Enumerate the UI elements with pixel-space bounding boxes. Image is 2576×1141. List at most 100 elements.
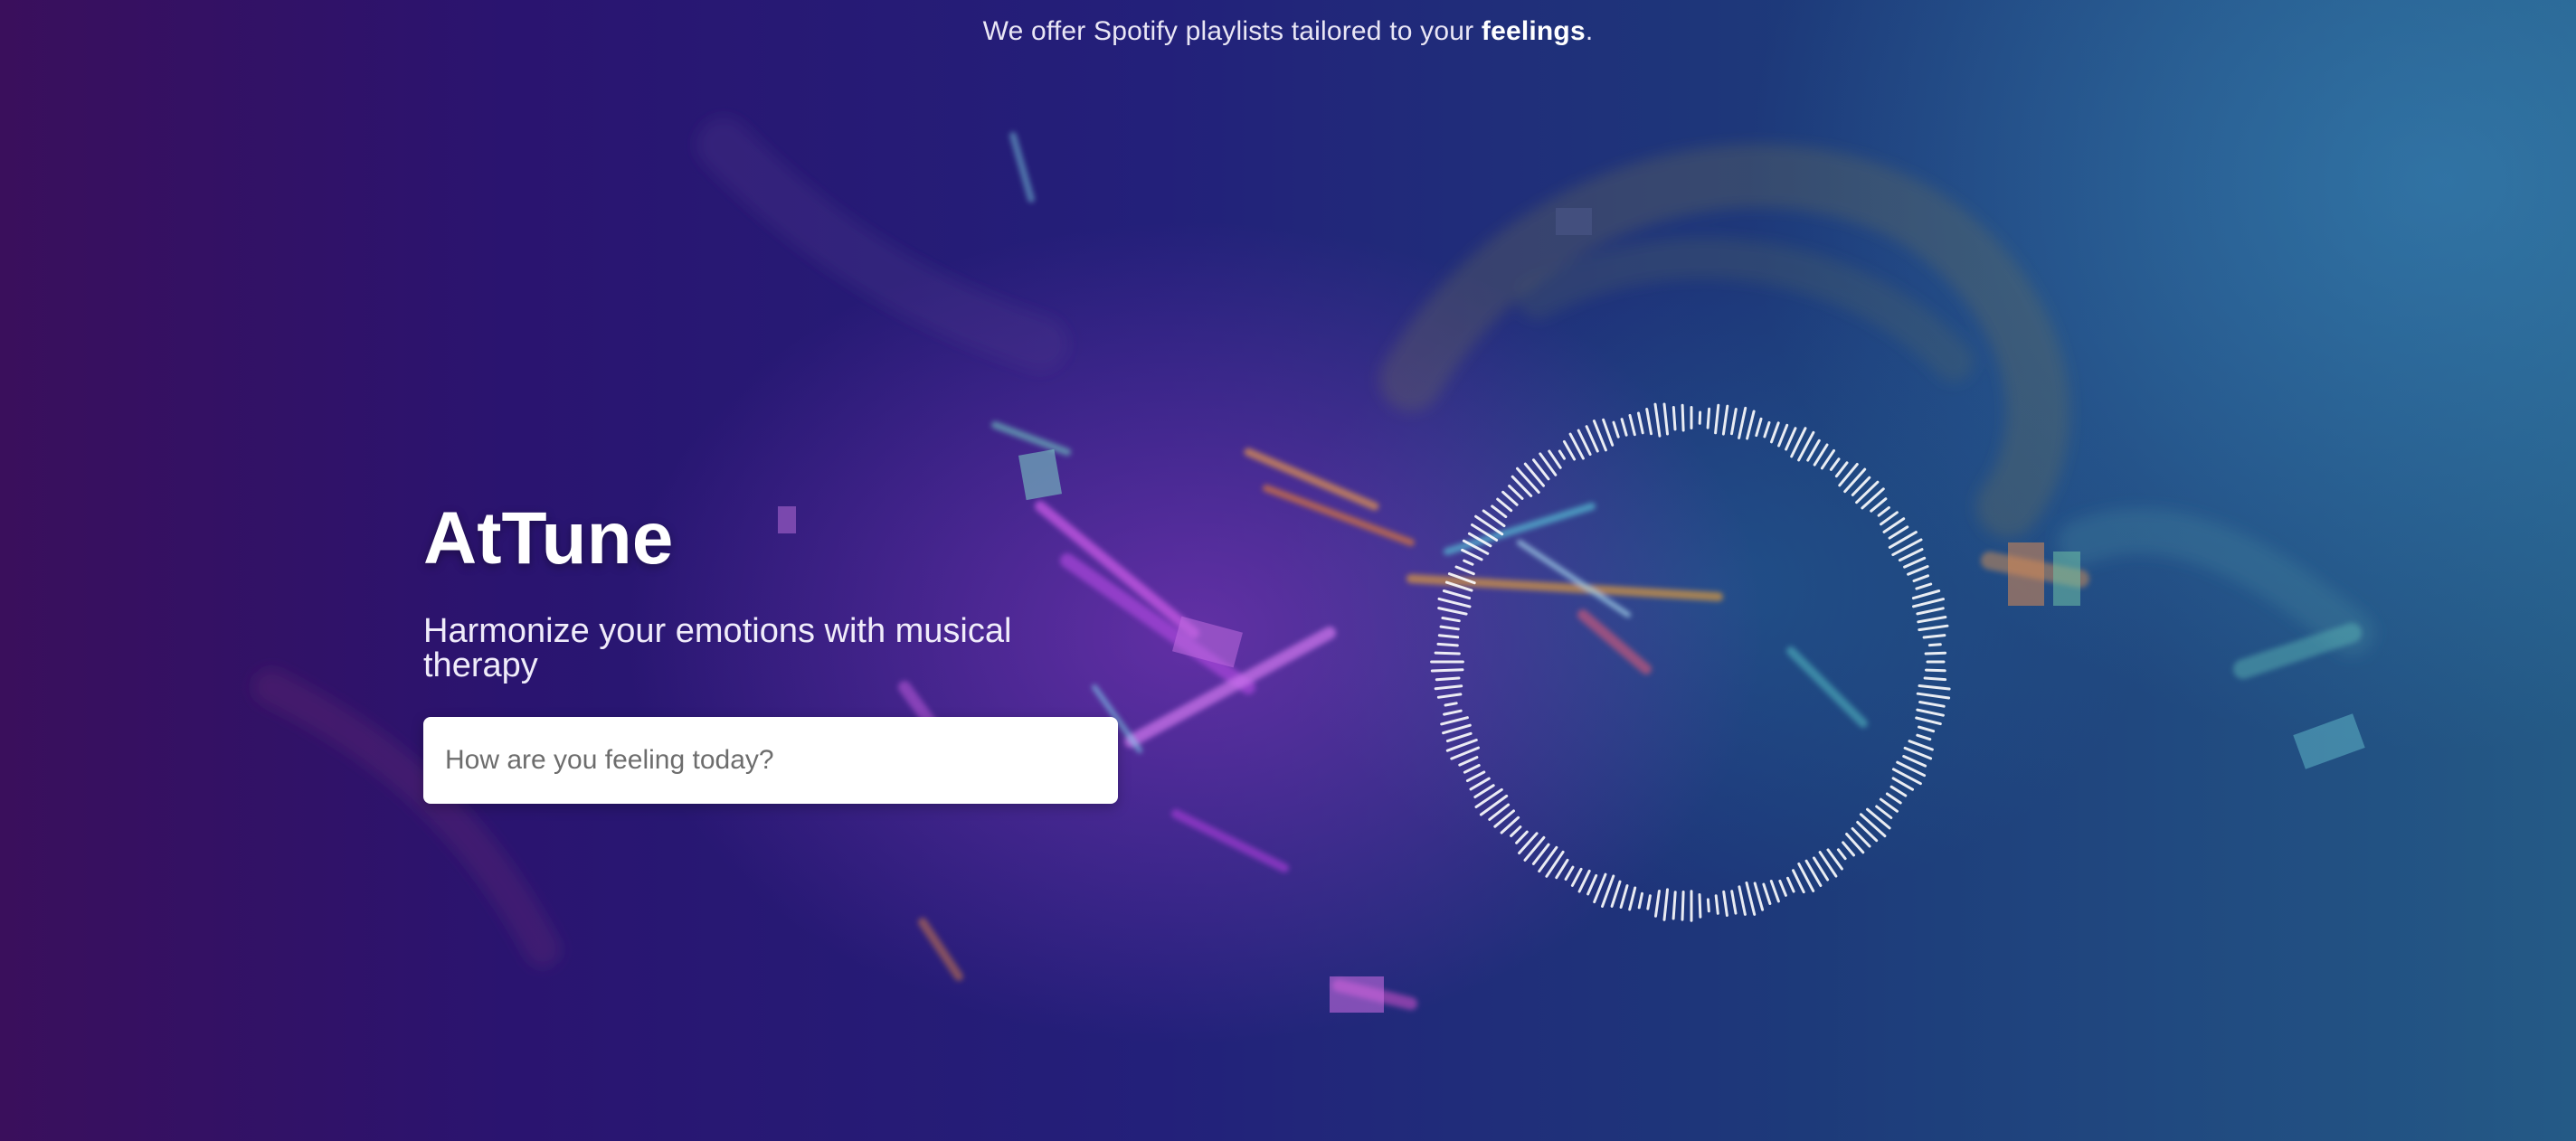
visualizer-bar <box>1918 624 1949 632</box>
visualizer-bar <box>1778 879 1787 897</box>
visualizer-bar <box>1672 406 1677 431</box>
visualizer-bar <box>1925 668 1946 673</box>
visualizer-bar <box>1706 407 1711 429</box>
visualizer-bar <box>1806 438 1821 462</box>
visualizer-bar <box>1645 408 1653 436</box>
visualizer-bar <box>1501 490 1519 506</box>
mood-input[interactable] <box>423 717 1118 804</box>
visualizer-bar <box>1836 848 1847 861</box>
visualizer-bar <box>1912 574 1929 582</box>
visualizer-bar <box>1915 716 1942 726</box>
visualizer-bar <box>1570 867 1583 887</box>
visualizer-bar <box>1785 427 1797 451</box>
visualizer-bar <box>1738 885 1747 916</box>
visualizer-bar <box>1444 702 1458 707</box>
visualizer-bar <box>1762 882 1772 905</box>
visualizer-bar <box>1755 417 1763 438</box>
visualizer-bar <box>1792 869 1805 894</box>
visualizer-bar <box>1619 884 1629 909</box>
visualizer-bar <box>1439 625 1460 631</box>
brand-title: AtTune <box>423 497 674 580</box>
tagline-prefix: We offer Spotify playlists tailored to y… <box>982 16 1482 46</box>
visualizer-bar <box>1714 894 1719 915</box>
visualizer-bar <box>1915 582 1933 590</box>
visualizer-bar <box>1870 497 1888 513</box>
visualizer-bar <box>1548 449 1562 469</box>
visualizer-bar <box>1637 411 1644 435</box>
visualizer-bar <box>1434 684 1463 691</box>
visualizer-bar <box>1628 886 1637 911</box>
visualizer-bar <box>1916 607 1945 616</box>
visualizer-bar <box>1842 841 1855 857</box>
visualizer-bar <box>1662 888 1669 921</box>
visualizer-bar <box>1738 406 1747 439</box>
visualizer-bar <box>1555 858 1569 880</box>
visualizer-bar <box>1722 890 1728 917</box>
visualizer-bar <box>1653 402 1662 438</box>
visualizer-bar <box>1769 880 1780 903</box>
visualizer-bar <box>1922 634 1946 639</box>
visualizer-bar <box>1907 565 1929 576</box>
visualizer-bar <box>1923 676 1947 682</box>
visualizer-bar <box>1628 413 1636 437</box>
tagline-emphasis: feelings <box>1481 16 1586 46</box>
visualizer-bar <box>1445 731 1473 743</box>
visualizer-bar <box>1916 708 1945 717</box>
visualizer-bar <box>1912 598 1945 608</box>
visualizer-bar <box>1637 891 1643 910</box>
visualizer-bar <box>1473 784 1495 798</box>
visualizer-bar <box>1875 805 1893 819</box>
visualizer-bar <box>1706 898 1710 913</box>
visualizer-bar <box>1918 701 1946 708</box>
visualizer-bar <box>1454 565 1475 576</box>
background-artwork <box>253 118 2374 1013</box>
visualizer-bar <box>1903 556 1927 569</box>
visualizer-bar <box>1879 797 1899 813</box>
visualizer-bar <box>1463 559 1474 566</box>
visualizer-bar <box>1891 777 1914 791</box>
visualizer-bar <box>1730 408 1738 436</box>
visualizer-bar <box>1441 617 1461 623</box>
visualizer-bar <box>1461 548 1483 561</box>
visualizer-bar <box>1902 755 1927 768</box>
visualizer-bar <box>1562 439 1577 461</box>
visualizer-bar <box>1843 467 1867 494</box>
visualizer-bar <box>1918 725 1936 733</box>
visualizer-bar <box>1924 651 1947 655</box>
visualizer-bar <box>1558 449 1566 460</box>
visualizer-bar <box>1437 634 1460 639</box>
visualizer-bar <box>1442 589 1472 600</box>
visualizer-bar <box>1662 402 1669 436</box>
visualizer-bar <box>1746 410 1756 440</box>
visualizer-bar <box>1672 891 1677 920</box>
visualizer-bar <box>1916 692 1951 700</box>
visualizer-bar <box>1763 420 1771 438</box>
visualizer-bar <box>1430 668 1464 673</box>
visualizer-bar <box>1523 835 1546 862</box>
visualizer-bar <box>1714 403 1720 435</box>
visualizer-bar <box>1777 423 1789 448</box>
visualizer-bar <box>1610 880 1622 908</box>
visualizer-bar <box>1516 467 1540 494</box>
visualizer-bar <box>1515 830 1529 844</box>
visualizer-bar <box>1681 891 1685 921</box>
visualizer-bar <box>1443 709 1463 716</box>
visualizer-bar <box>1586 873 1598 896</box>
visualizer-bar <box>1880 511 1899 526</box>
visualizer-bar <box>1646 894 1652 910</box>
tagline: We offer Spotify playlists tailored to y… <box>0 16 2576 47</box>
visualizer-bar <box>1434 651 1461 655</box>
visualizer-bar <box>1465 770 1486 783</box>
visualizer-bar <box>1911 589 1941 600</box>
visualizer-bar <box>1577 869 1591 893</box>
visualizer-bar <box>1491 504 1508 519</box>
visualizer-bar <box>1474 514 1504 536</box>
visualizer-bar <box>1834 461 1849 478</box>
visualizer-bar <box>1855 480 1880 504</box>
visualizer-bar <box>1437 597 1472 608</box>
visualizer-bar <box>1474 787 1503 808</box>
visualizer-bar <box>1916 733 1932 741</box>
visualizer-bar <box>1898 548 1924 562</box>
visualizer-bar <box>1436 642 1459 647</box>
visualizer-bar <box>1859 813 1887 838</box>
